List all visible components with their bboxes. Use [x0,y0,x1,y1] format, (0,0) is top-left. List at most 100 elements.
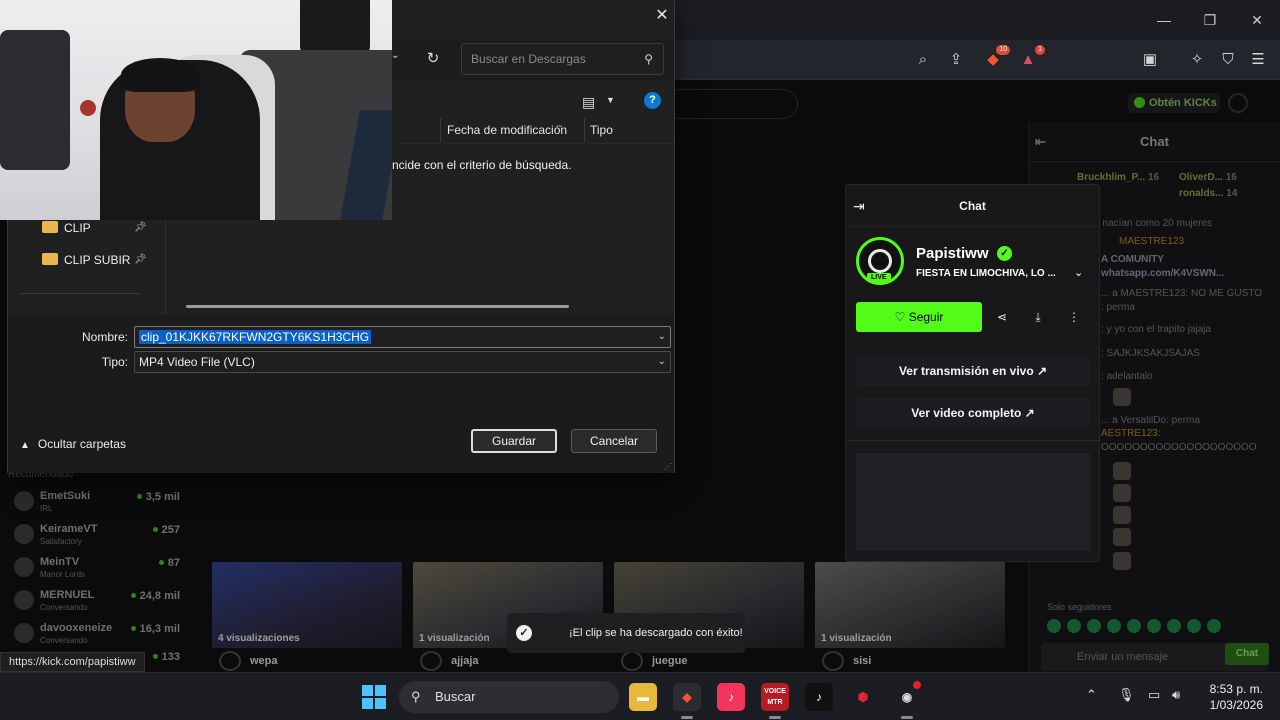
channel-avatar [14,623,34,643]
clip-title[interactable]: sisi [853,655,871,667]
brave-shields-icon[interactable]: ◆ 10 [982,45,1010,71]
recommended-channel[interactable]: MERNUEL Conversando 24,8 mil [8,587,188,620]
emote-icon[interactable] [1047,619,1061,633]
column-separator[interactable] [440,118,441,142]
close-icon[interactable]: ✕ [652,6,672,26]
reader-mode-icon[interactable]: ▣ [1139,49,1161,71]
chevron-up-icon: ▲ [20,440,30,451]
clip-channel-avatar[interactable] [219,651,241,671]
menu-icon[interactable]: ☰ [1247,49,1269,71]
start-button[interactable] [362,685,386,709]
recommended-channel[interactable]: EmetSuki IRL 3,5 mil [8,488,188,521]
clip-thumbnail[interactable]: 1 visualización [815,562,1005,648]
cancel-button[interactable]: Cancelar [571,429,657,453]
clip-channel-avatar[interactable] [420,651,442,671]
windows-taskbar: ⚲ Buscar ▬ ◆ ♪ VOICE MTR ♪ ⬢ ◉ ⌃ 🎙︎ ▭ 🔊︎ 8… [0,672,1280,720]
clock-date[interactable]: 1/03/2026 [1199,698,1263,712]
save-button[interactable]: Guardar [471,429,557,453]
column-separator[interactable] [584,118,585,142]
voicemeeter-icon[interactable]: VOICE MTR [761,683,789,719]
emote-icon[interactable] [1207,619,1221,633]
emote-icon[interactable] [1087,619,1101,633]
close-window-icon[interactable]: ✕ [1247,10,1267,30]
resize-grip-icon[interactable]: ⋰ [664,462,672,471]
user-avatar[interactable] [1228,93,1248,113]
emote-icon[interactable] [1187,619,1201,633]
more-options-icon[interactable]: ⋮ [1059,302,1089,332]
clip-title[interactable]: wepa [250,655,278,667]
vpn-shield-icon[interactable]: ⛉ [1217,49,1239,71]
download-icon[interactable]: ⤓ [1023,302,1053,332]
folder-clip[interactable]: CLIP [42,218,91,238]
taskbar-search[interactable]: ⚲ Buscar [399,681,619,713]
column-date-modified[interactable]: Fecha de modificación ⌄ [447,120,567,137]
help-icon[interactable]: ? [644,92,661,109]
column-type[interactable]: Tipo [590,123,613,137]
minimize-icon[interactable]: — [1154,10,1174,30]
channel-category: Satisfactory [40,537,82,546]
download-success-toast: ✓ ¡El clip se ha descargado con éxito! [507,613,745,653]
chevron-down-icon[interactable]: ▼ [606,95,615,105]
file-name-value: clip_01KJKK67RKFWN2GTY6KS1H3CHG [139,330,372,344]
share-icon[interactable]: ⇪ [945,49,967,71]
emote-icon[interactable] [1107,619,1121,633]
search-icon: ⚲ [644,52,653,66]
clip-thumbnail[interactable]: 4 visualizaciones [212,562,402,648]
emote-icon[interactable] [1067,619,1081,633]
refresh-icon[interactable]: ↻ [420,46,446,72]
get-kicks-button[interactable]: Obtén KICKs [1128,93,1220,113]
collapse-chat-icon[interactable]: ⇤ [1035,122,1046,162]
chat-send-button[interactable]: Chat [1225,643,1269,665]
watch-live-button[interactable]: Ver transmisión en vivo ↗ [856,356,1090,386]
emote-icon[interactable] [1127,619,1141,633]
clip-preview[interactable] [856,453,1090,551]
streamer-name[interactable]: Papistiww [916,245,989,262]
status-bar-url: https://kick.com/papistiww [0,652,145,672]
recommended-channel[interactable]: davooxeneize Conversando 16,3 mil [8,620,188,653]
leo-ai-icon[interactable]: ✧ [1186,49,1208,71]
clock-time[interactable]: 8:53 p. m. [1205,682,1263,696]
file-explorer-icon[interactable]: ▬ [629,683,657,711]
chevron-down-icon[interactable]: ⌄ [658,327,666,347]
zoom-icon[interactable]: ⌕ [912,49,934,71]
search-input[interactable]: Buscar en Descargas ⚲ [461,43,664,75]
folder-clip-subir[interactable]: CLIP SUBIR [42,250,130,270]
file-name-field[interactable]: clip_01KJKK67RKFWN2GTY6KS1H3CHG ⌄ [134,326,671,348]
file-name-label: Nombre: [81,330,128,344]
microphone-icon[interactable]: 🎙︎ [1118,687,1135,703]
share-icon[interactable]: ⋖ [987,302,1017,332]
channel-avatar [14,590,34,610]
taskbar-search-label: Buscar [435,689,476,704]
pin-icon: 📌︎ [134,254,147,265]
tiktok-icon[interactable]: ♪ [805,683,833,711]
volume-icon[interactable]: 🔊︎ [1172,687,1180,703]
recommended-channel[interactable]: KeiramеVT Satisfactory 257 [8,521,188,554]
chat-message: OOOOOOOOOOOOOOOOOOOO [1101,442,1257,453]
chevron-down-icon[interactable]: ⌄ [1074,266,1083,279]
obs-icon[interactable]: ◉ [893,681,921,719]
file-type-select[interactable]: MP4 Video File (VLC) ⌄ [134,351,671,373]
clip-channel-avatar[interactable] [822,651,844,671]
emote-icon[interactable] [1147,619,1161,633]
follow-button[interactable]: ♡ Seguir [856,302,982,332]
search-placeholder: Buscar en Descargas [471,52,586,66]
recommended-channel[interactable]: MeinTV Manor Lords 87 [8,554,188,587]
streaming-app-icon[interactable]: ⬢ [849,683,877,711]
chevron-down-icon[interactable]: ⌄ [391,50,399,61]
brave-rewards-icon[interactable]: ▲ 1 [1017,45,1045,71]
hide-folders-toggle[interactable]: ▲ Ocultar carpetas [20,437,126,451]
external-link-icon: ↗ [1024,406,1035,420]
tiktok-app-icon[interactable]: ♪ [717,683,745,711]
brave-browser-icon[interactable]: ◆ [673,683,701,719]
watch-full-video-button[interactable]: Ver video completo ↗ [856,398,1090,428]
horizontal-scrollbar[interactable] [186,305,569,308]
restore-icon[interactable]: ❐ [1200,10,1220,30]
viewer-count: 133 [153,651,180,663]
emote-icon[interactable] [1167,619,1181,633]
view-options-icon[interactable]: ▤ [582,94,595,111]
clip-title[interactable]: ajjaja [451,655,479,667]
clip-channel-avatar[interactable] [621,651,643,671]
clip-title[interactable]: juegue [652,655,687,667]
network-icon[interactable]: ▭ [1148,687,1160,703]
show-hidden-icons-chevron-icon[interactable]: ⌃ [1086,687,1097,703]
